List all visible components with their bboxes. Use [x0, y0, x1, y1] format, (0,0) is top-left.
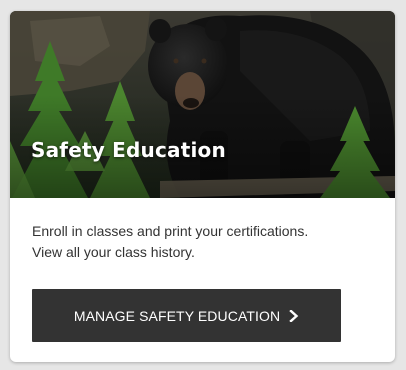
description-line-2: View all your class history.: [32, 244, 195, 260]
black-bear-photo: [10, 11, 395, 198]
button-label: MANAGE SAFETY EDUCATION: [73, 307, 281, 324]
card-body: Enroll in classes and print your certifi…: [10, 198, 395, 362]
description-line-1: Enroll in classes and print your certifi…: [32, 223, 309, 239]
card-title: Safety Education: [31, 138, 226, 162]
page: Safety Education Enroll in classes and p…: [0, 0, 406, 370]
chevron-right-icon: [289, 309, 299, 322]
card-description: Enroll in classes and print your certifi…: [32, 221, 377, 263]
manage-safety-education-button[interactable]: MANAGE SAFETY EDUCATION: [32, 289, 341, 342]
hero-image: Safety Education: [10, 11, 395, 198]
safety-education-card: Safety Education Enroll in classes and p…: [10, 11, 395, 362]
